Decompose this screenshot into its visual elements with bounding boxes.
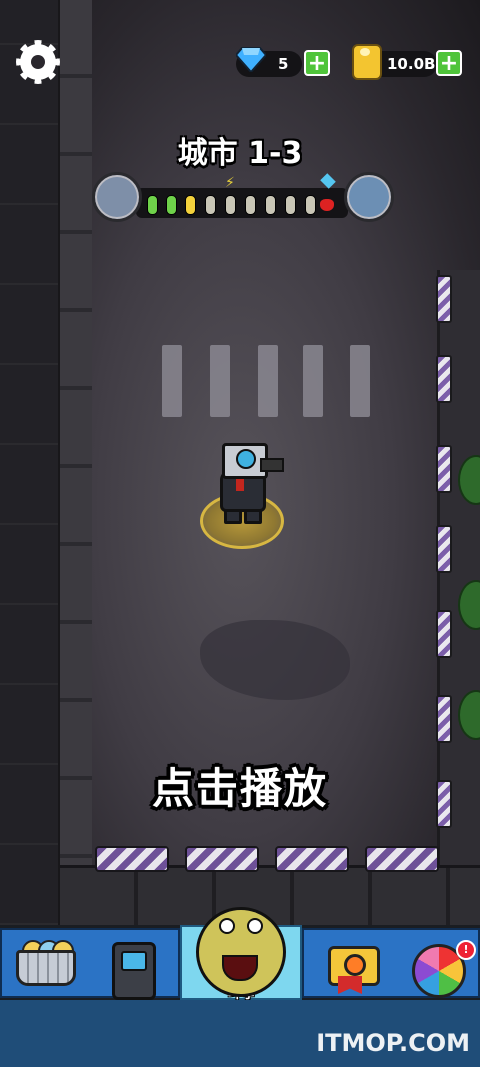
skibidi-head-icon	[196, 907, 286, 997]
paper-count: 10.0B	[387, 55, 436, 73]
road-barrier	[365, 846, 439, 872]
bottom-wall	[60, 865, 480, 925]
basket-icon	[16, 950, 76, 986]
bottom-nav: 斗争 !	[0, 907, 480, 1002]
toilet-paper-icon	[352, 44, 382, 80]
stage-pip	[265, 195, 276, 215]
stage-pip	[147, 195, 158, 215]
stage-pip	[166, 195, 177, 215]
pistol-icon	[260, 458, 284, 472]
tap-to-play-text[interactable]: 点击播放	[0, 755, 480, 816]
stage-pip	[225, 195, 236, 215]
stage-pip	[245, 195, 256, 215]
barrier-post	[436, 695, 452, 743]
boss-stage-icon	[344, 172, 394, 222]
road-barrier	[275, 846, 349, 872]
cameraman-icon	[112, 942, 156, 1000]
watermark: ITMOP.COM	[316, 1029, 470, 1057]
level-title: 城市 1-3	[177, 136, 303, 171]
barrier-post	[436, 355, 452, 403]
eye	[219, 918, 235, 934]
camera-lens	[236, 449, 256, 469]
road-barrier	[95, 846, 169, 872]
eye	[247, 918, 263, 934]
stage-pip	[205, 195, 216, 215]
barrier-post	[436, 275, 452, 323]
barrier-post	[436, 445, 452, 493]
crosswalk-stripe	[258, 345, 278, 417]
add-gems-button[interactable]: +	[304, 50, 330, 76]
crosswalk-stripe	[210, 345, 230, 417]
barrier-post	[436, 525, 452, 573]
road-barrier	[185, 846, 259, 872]
notification-badge: !	[456, 940, 476, 960]
settings-gear-icon[interactable]	[16, 40, 60, 84]
stage-pip	[285, 195, 296, 215]
add-paper-button[interactable]: +	[436, 50, 462, 76]
ribbon-icon	[338, 976, 362, 994]
lightning-icon: ⚡	[225, 175, 235, 191]
start-stage-icon	[92, 172, 142, 222]
gem-count: 5	[278, 55, 289, 73]
crosswalk-stripe	[303, 345, 323, 417]
crosswalk-stripe	[162, 345, 182, 417]
tab-events[interactable]: !	[302, 928, 480, 998]
crosswalk-stripe	[350, 345, 370, 417]
stage-pip	[305, 195, 316, 215]
puddle	[200, 620, 350, 700]
barrier-post	[436, 610, 452, 658]
tab-shop[interactable]	[0, 928, 180, 1000]
boss-devil-icon	[320, 199, 334, 211]
stage-pip-current	[185, 195, 196, 215]
diamond-icon	[236, 47, 266, 72]
